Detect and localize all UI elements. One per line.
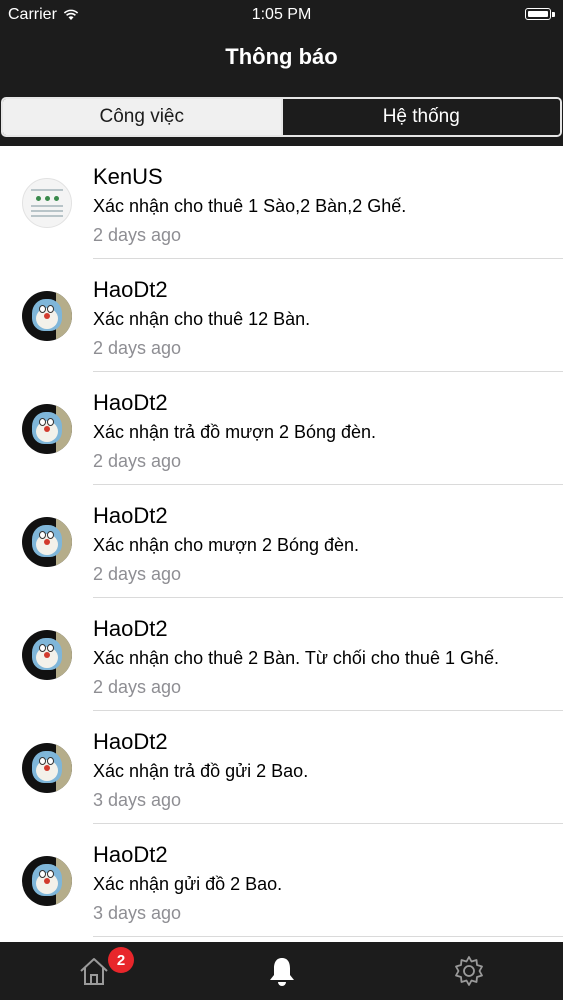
- avatar: [22, 743, 72, 793]
- notification-list[interactable]: KenUS Xác nhận cho thuê 1 Sào,2 Bàn,2 Gh…: [0, 146, 563, 942]
- page-title: Thông báo: [225, 44, 338, 69]
- notification-time: 2 days ago: [93, 338, 182, 358]
- status-time: 1:05 PM: [251, 6, 312, 23]
- notification-time: 3 days ago: [93, 903, 182, 923]
- sender-name: HaoDt2: [93, 729, 168, 754]
- notification-row[interactable]: HaoDt2 Xác nhận trả đồ gửi 2 Bao. 3 days…: [0, 711, 563, 824]
- notification-time: 2 days ago: [93, 225, 182, 245]
- avatar: [22, 630, 72, 680]
- nav-bar: Thông báo Công việc Hệ thống: [0, 30, 563, 146]
- notification-time: 2 days ago: [93, 677, 182, 697]
- tab-notifications[interactable]: [188, 942, 376, 1000]
- tab-settings[interactable]: [375, 942, 563, 1000]
- avatar: [22, 291, 72, 341]
- notification-row[interactable]: HaoDt2 Xác nhận trả đồ mượn 2 Bóng đèn. …: [0, 372, 563, 485]
- sender-name: HaoDt2: [93, 616, 168, 641]
- notification-row[interactable]: HaoDt2 Xác nhận gửi đồ 2 Bao. 3 days ago: [0, 824, 563, 937]
- tab-home[interactable]: 2: [0, 942, 188, 1000]
- sender-name: HaoDt2: [93, 503, 168, 528]
- notification-message: Xác nhận cho thuê 2 Bàn. Từ chối cho thu…: [93, 648, 499, 668]
- notification-row[interactable]: HaoDt2 Xác nhận cho mượn 2 Bóng đèn. 2 d…: [0, 485, 563, 598]
- notification-message: Xác nhận cho thuê 12 Bàn.: [93, 309, 311, 329]
- notification-time: 3 days ago: [93, 790, 182, 810]
- notification-message: Xác nhận trả đồ gửi 2 Bao.: [93, 761, 309, 781]
- avatar: [22, 404, 72, 454]
- bell-icon: [269, 958, 294, 986]
- status-bar: Carrier 1:05 PM: [0, 0, 563, 30]
- segmented-control: Công việc Hệ thống: [1, 97, 562, 137]
- notification-badge: 2: [108, 947, 134, 973]
- avatar: [22, 856, 72, 906]
- gear-icon: [455, 956, 484, 986]
- tab-bar: 2: [0, 942, 563, 1000]
- sender-name: KenUS: [93, 164, 163, 189]
- row-divider: [93, 936, 563, 937]
- segment-he-thong[interactable]: Hệ thống: [280, 99, 560, 135]
- notification-message: Xác nhận cho mượn 2 Bóng đèn.: [93, 535, 360, 555]
- notification-row[interactable]: KenUS Xác nhận cho thuê 1 Sào,2 Bàn,2 Gh…: [0, 146, 563, 259]
- avatar: [22, 178, 72, 228]
- sender-name: HaoDt2: [93, 390, 168, 415]
- battery-icon: [525, 8, 555, 20]
- avatar: [22, 517, 72, 567]
- notification-message: Xác nhận cho thuê 1 Sào,2 Bàn,2 Ghế.: [93, 196, 407, 216]
- notification-time: 2 days ago: [93, 564, 182, 584]
- sender-name: HaoDt2: [93, 842, 168, 867]
- home-icon: [80, 958, 108, 985]
- notification-row[interactable]: HaoDt2 Xác nhận cho thuê 12 Bàn. 2 days …: [0, 259, 563, 372]
- sender-name: HaoDt2: [93, 277, 168, 302]
- notification-time: 2 days ago: [93, 451, 182, 471]
- notification-message: Xác nhận gửi đồ 2 Bao.: [93, 874, 283, 894]
- notification-row[interactable]: HaoDt2 Xác nhận cho thuê 2 Bàn. Từ chối …: [0, 598, 563, 711]
- segment-cong-viec[interactable]: Công việc: [3, 99, 281, 135]
- notification-message: Xác nhận trả đồ mượn 2 Bóng đèn.: [93, 422, 377, 442]
